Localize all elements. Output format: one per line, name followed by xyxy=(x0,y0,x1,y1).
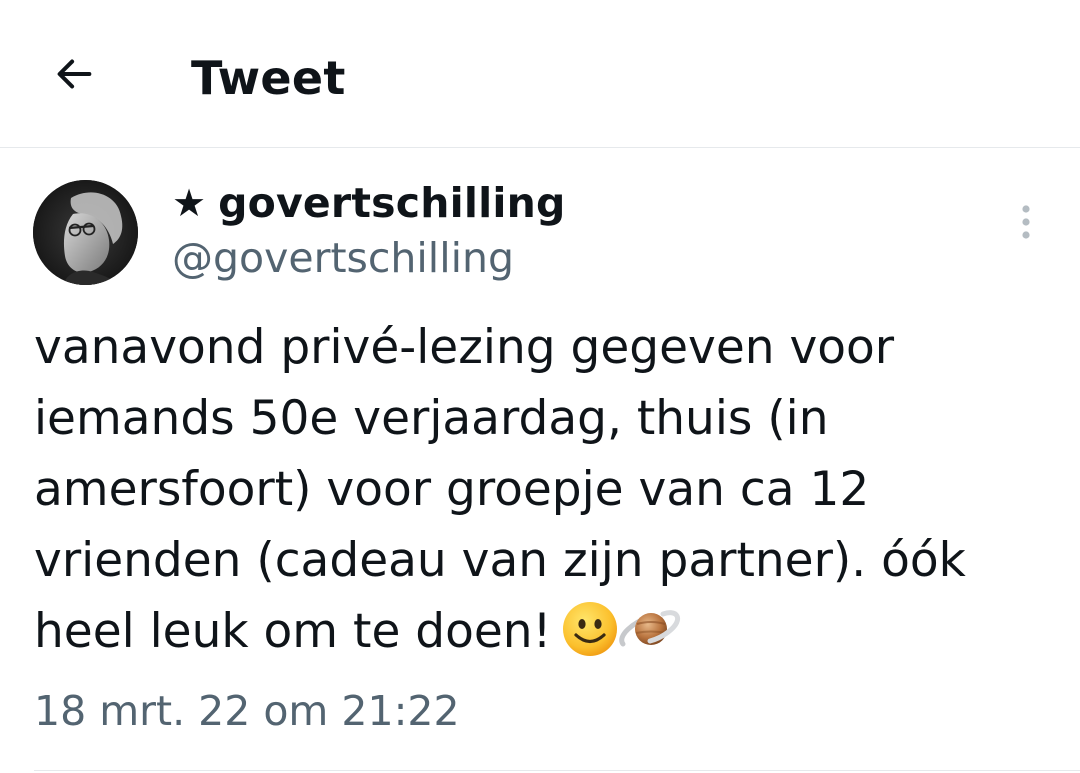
more-vertical-icon xyxy=(1022,205,1030,239)
star-icon: ★ xyxy=(172,181,207,225)
display-name: govertschilling xyxy=(218,179,566,227)
arrow-left-icon xyxy=(57,59,92,89)
ringed-planet-icon xyxy=(619,609,681,646)
divider xyxy=(34,770,1080,771)
author-name[interactable]: ★ govertschilling xyxy=(172,176,566,230)
tweet-body: vanavond privé-lezing gegeven voor ieman… xyxy=(34,312,1054,667)
user-handle[interactable]: @govertschilling xyxy=(172,232,514,284)
tweet-text: vanavond privé-lezing gegeven voor ieman… xyxy=(34,320,966,659)
tweet-timestamp[interactable]: 18 mrt. 22 om 21:22 xyxy=(34,684,460,738)
top-app-bar: Tweet xyxy=(0,0,1080,148)
smiling-face-icon xyxy=(563,601,618,656)
tweet-emojis xyxy=(561,600,681,658)
avatar-photo xyxy=(33,180,138,285)
back-button[interactable] xyxy=(38,38,110,110)
more-options-button[interactable] xyxy=(1004,200,1048,244)
avatar[interactable] xyxy=(33,180,138,285)
page-title: Tweet xyxy=(191,51,346,105)
